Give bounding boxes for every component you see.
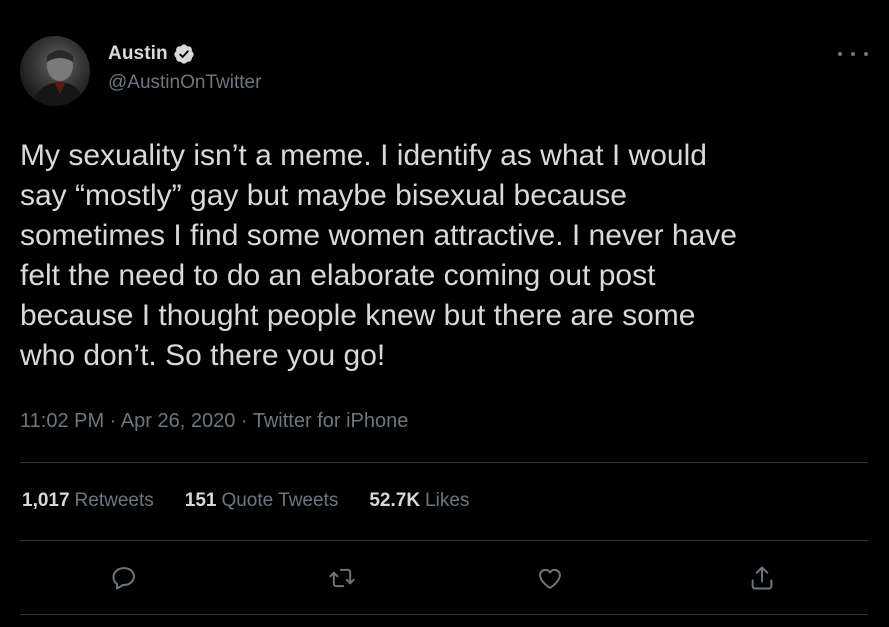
avatar[interactable] [20, 36, 90, 106]
retweets-label: Retweets [74, 490, 154, 511]
divider [20, 540, 868, 541]
more-options-icon[interactable] [838, 44, 868, 64]
tweet-timestamp[interactable]: 11:02 PM · Apr 26, 2020 · Twitter for iP… [20, 410, 408, 433]
quote-tweets-count: 151 [184, 490, 217, 511]
reply-icon[interactable] [107, 561, 141, 595]
retweet-icon[interactable] [325, 561, 359, 595]
tweet-text: My sexuality isn’t a meme. I identify as… [20, 139, 737, 372]
action-bar [0, 561, 889, 595]
quote-tweets-label: Quote Tweets [221, 490, 339, 511]
name-row: Austin [108, 40, 195, 68]
share-icon[interactable] [745, 561, 779, 595]
likes-stat[interactable]: 52.7K Likes [369, 490, 469, 512]
display-name[interactable]: Austin [108, 43, 168, 65]
retweets-stat[interactable]: 1,017 Retweets [22, 490, 154, 512]
likes-label: Likes [425, 490, 470, 511]
retweets-count: 1,017 [22, 490, 70, 511]
user-handle[interactable]: @AustinOnTwitter [108, 72, 261, 94]
tweet-card: Austin @AustinOnTwitter My sexuality isn… [0, 0, 889, 627]
divider [20, 614, 868, 615]
quote-tweets-stat[interactable]: 151 Quote Tweets [185, 490, 339, 512]
divider [20, 462, 868, 463]
engagement-stats: 1,017 Retweets 151 Quote Tweets 52.7K Likes [22, 490, 469, 512]
heart-icon[interactable] [533, 561, 567, 595]
likes-count: 52.7K [369, 490, 421, 511]
verified-badge-icon [173, 43, 195, 65]
